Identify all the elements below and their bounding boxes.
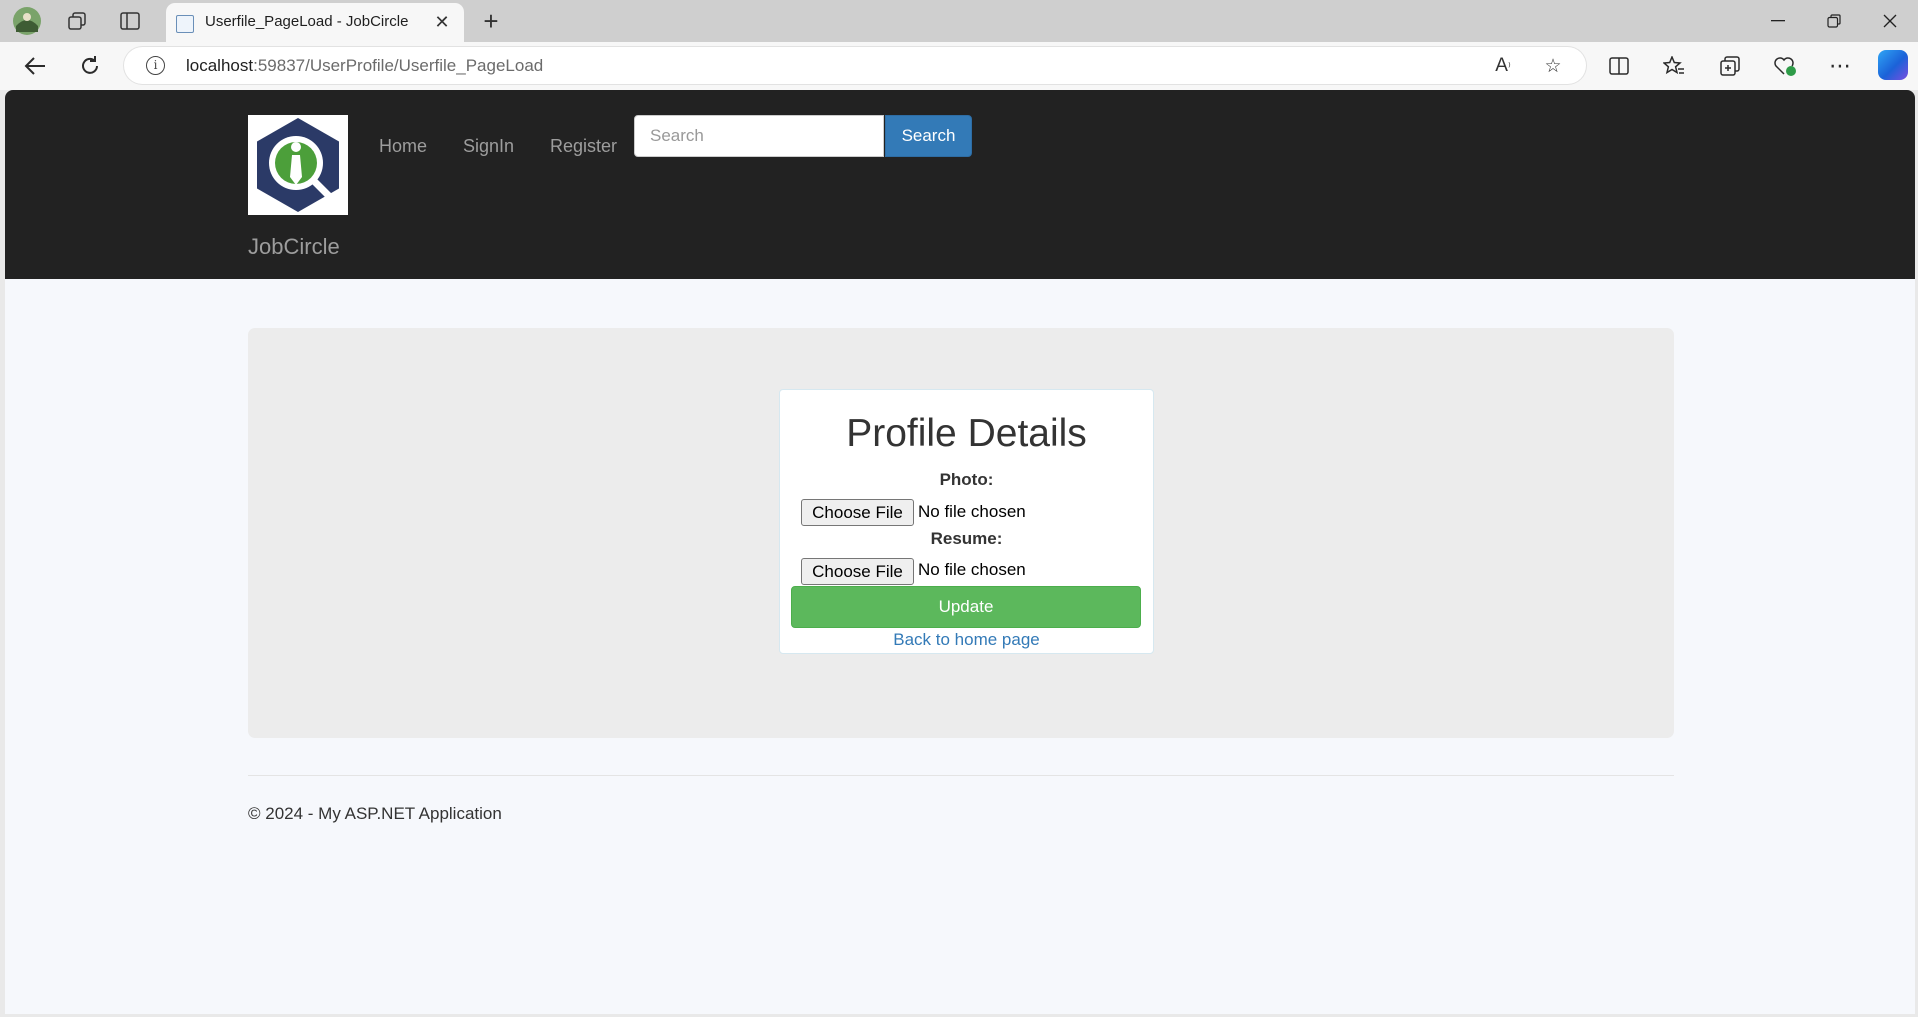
browser-toolbar: i localhost:59837/UserProfile/Userfile_P… [0, 42, 1918, 90]
workspaces-icon[interactable] [60, 6, 94, 36]
favorites-icon[interactable] [1657, 50, 1691, 82]
active-tab[interactable]: Userfile_PageLoad - JobCircle ✕ [166, 3, 464, 42]
split-screen-icon[interactable] [1602, 50, 1636, 82]
back-arrow-icon[interactable] [18, 50, 52, 82]
photo-file-status: No file chosen [918, 502, 1026, 521]
update-button[interactable]: Update [791, 586, 1141, 628]
page-title: Profile Details [846, 412, 1087, 455]
back-to-home-link[interactable]: Back to home page [780, 630, 1153, 650]
site-navbar: JobCircle Home SignIn Register Search [5, 90, 1915, 279]
brand-name[interactable]: JobCircle [248, 234, 340, 260]
footer-divider [248, 775, 1674, 776]
search-button[interactable]: Search [885, 115, 972, 157]
more-options-icon[interactable]: ⋯ [1823, 50, 1857, 82]
nav-signin[interactable]: SignIn [463, 136, 514, 157]
search-input[interactable] [634, 115, 884, 157]
browser-tab-bar: Userfile_PageLoad - JobCircle ✕ + [0, 0, 1918, 42]
photo-label: Photo: [939, 470, 994, 489]
collections-icon[interactable] [1713, 50, 1747, 82]
nav-register[interactable]: Register [550, 136, 617, 157]
profile-avatar-icon[interactable] [10, 6, 44, 36]
close-window-icon[interactable] [1862, 0, 1918, 42]
site-info-icon[interactable]: i [146, 56, 165, 75]
jobcircle-logo[interactable] [248, 115, 348, 215]
resume-choose-file-button[interactable]: Choose File [801, 558, 914, 585]
resume-file-status: No file chosen [918, 560, 1026, 579]
address-bar[interactable]: i localhost:59837/UserProfile/Userfile_P… [124, 47, 1586, 84]
footer-text: © 2024 - My ASP.NET Application [248, 804, 502, 823]
new-tab-icon[interactable]: + [474, 6, 508, 36]
resume-label: Resume: [930, 529, 1003, 548]
favorite-star-icon[interactable]: ☆ [1538, 51, 1568, 81]
profile-card: Profile Details Photo: Choose File No fi… [779, 389, 1154, 654]
page-favicon-icon [176, 15, 194, 33]
vertical-tabs-icon[interactable] [113, 6, 147, 36]
url-text[interactable]: localhost:59837/UserProfile/Userfile_Pag… [186, 56, 543, 76]
nav-home[interactable]: Home [379, 136, 427, 157]
read-aloud-icon[interactable]: A ⁾ [1488, 51, 1518, 81]
refresh-icon[interactable] [73, 50, 107, 82]
minimize-icon[interactable] [1750, 0, 1806, 42]
restore-icon[interactable] [1806, 0, 1862, 42]
close-tab-icon[interactable]: ✕ [430, 10, 454, 34]
photo-choose-file-button[interactable]: Choose File [801, 499, 914, 526]
page-viewport: JobCircle Home SignIn Register Search Pr… [5, 90, 1915, 1014]
copilot-icon[interactable] [1878, 50, 1908, 80]
browser-essentials-icon[interactable] [1768, 50, 1802, 82]
tab-title: Userfile_PageLoad - JobCircle [205, 13, 409, 30]
